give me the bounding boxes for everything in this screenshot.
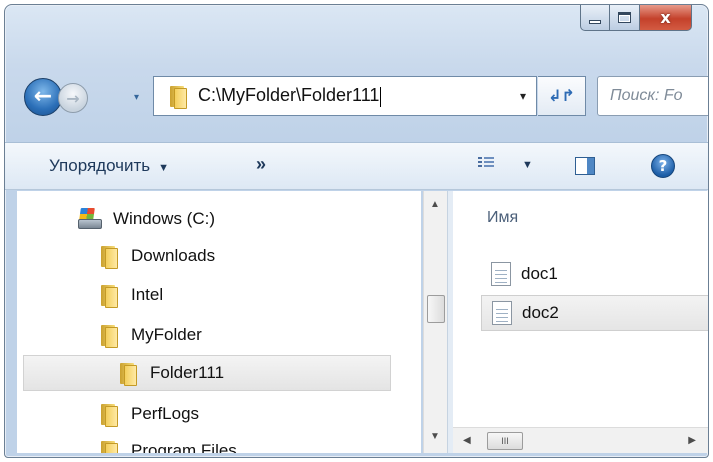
tree-item-label: Downloads	[131, 246, 216, 265]
search-box[interactable]: Поиск: Fo	[597, 76, 708, 116]
organize-label: Упорядочить	[49, 156, 151, 175]
navigation-pane: Windows (C:) Downloads Intel MyFolder Fo…	[17, 191, 421, 453]
organize-button[interactable]: Упорядочить ▼	[49, 156, 169, 176]
file-list-horizontal-scrollbar[interactable]: ◀ III ▶	[453, 427, 708, 453]
help-button[interactable]: ?	[651, 154, 675, 178]
navigation-vertical-scrollbar[interactable]: ▲ ▼	[423, 191, 447, 453]
tree-item-intel[interactable]: Intel	[99, 279, 163, 311]
tree-item-label: Program Files	[131, 441, 237, 453]
back-arrow-icon: ←	[33, 83, 53, 109]
text-document-icon	[491, 262, 511, 286]
address-path-text[interactable]: C:\MyFolder\Folder111	[198, 85, 382, 107]
folder-icon	[99, 244, 118, 269]
folder-icon	[118, 361, 137, 386]
minimize-button[interactable]	[580, 5, 610, 31]
recent-pages-dropdown-icon[interactable]: ▾	[134, 92, 139, 103]
back-button[interactable]: ←	[24, 78, 62, 116]
folder-icon	[99, 323, 118, 348]
close-icon: x	[660, 8, 671, 27]
folder-icon	[99, 439, 118, 453]
file-item-doc2[interactable]: doc2	[481, 295, 708, 331]
maximize-button[interactable]	[610, 5, 640, 31]
explorer-window: x ← → ▾ C:\MyFolder\Folder111 ▾ ↲↱ Поиск…	[4, 4, 709, 458]
tree-item-windows-c[interactable]: Windows (C:)	[77, 203, 215, 235]
file-list-pane: Имя doc1 doc2	[453, 191, 708, 427]
scroll-thumb[interactable]	[427, 295, 445, 323]
column-header-name[interactable]: Имя	[487, 209, 518, 227]
window-controls: x	[580, 5, 692, 31]
search-placeholder: Поиск: Fo	[610, 87, 683, 104]
refresh-icon: ↲↱	[548, 88, 575, 105]
command-toolbar: Упорядочить ▼ » ▼ ?	[5, 142, 708, 190]
file-item-doc1[interactable]: doc1	[481, 256, 708, 292]
preview-pane-icon[interactable]	[575, 157, 595, 175]
scroll-thumb[interactable]: III	[487, 432, 523, 450]
views-dropdown-icon[interactable]: ▼	[522, 159, 533, 171]
file-name: doc2	[522, 303, 559, 322]
address-path-value: C:\MyFolder\Folder111	[198, 85, 380, 106]
file-name: doc1	[521, 264, 558, 283]
tree-item-myfolder[interactable]: MyFolder	[99, 319, 202, 351]
folder-icon	[99, 402, 118, 427]
tree-item-program-files[interactable]: Program Files	[99, 435, 237, 453]
chevron-down-icon: ▼	[158, 162, 170, 174]
address-dropdown-icon[interactable]: ▾	[520, 89, 526, 103]
forward-button[interactable]: →	[58, 83, 88, 113]
tree-item-label: Folder111	[150, 363, 225, 382]
help-icon: ?	[658, 157, 668, 175]
more-commands-button[interactable]: »	[256, 154, 266, 175]
text-document-icon	[492, 301, 512, 325]
scroll-down-icon[interactable]: ▼	[430, 431, 440, 442]
views-icon[interactable]	[478, 157, 494, 171]
tree-item-label: Windows (C:)	[113, 209, 216, 228]
tree-item-label: Intel	[131, 285, 164, 304]
forward-arrow-icon: →	[66, 88, 80, 108]
scroll-up-icon[interactable]: ▲	[430, 199, 440, 210]
maximize-icon	[618, 12, 631, 23]
tree-item-perflogs[interactable]: PerfLogs	[99, 398, 199, 430]
folder-icon	[99, 283, 118, 308]
refresh-button[interactable]: ↲↱	[538, 76, 586, 116]
folder-icon	[168, 84, 187, 109]
tree-item-downloads[interactable]: Downloads	[99, 240, 215, 272]
address-bar[interactable]: C:\MyFolder\Folder111 ▾	[153, 76, 537, 116]
minimize-icon	[589, 19, 601, 24]
text-caret	[380, 86, 382, 107]
close-button[interactable]: x	[640, 5, 692, 31]
tree-item-folder111[interactable]: Folder111	[23, 355, 391, 391]
scroll-left-icon[interactable]: ◀	[463, 435, 471, 446]
drive-icon	[77, 208, 103, 230]
scroll-right-icon[interactable]: ▶	[688, 435, 696, 446]
tree-item-label: PerfLogs	[131, 404, 200, 423]
tree-item-label: MyFolder	[131, 325, 202, 344]
scroll-grip: III	[501, 436, 509, 446]
